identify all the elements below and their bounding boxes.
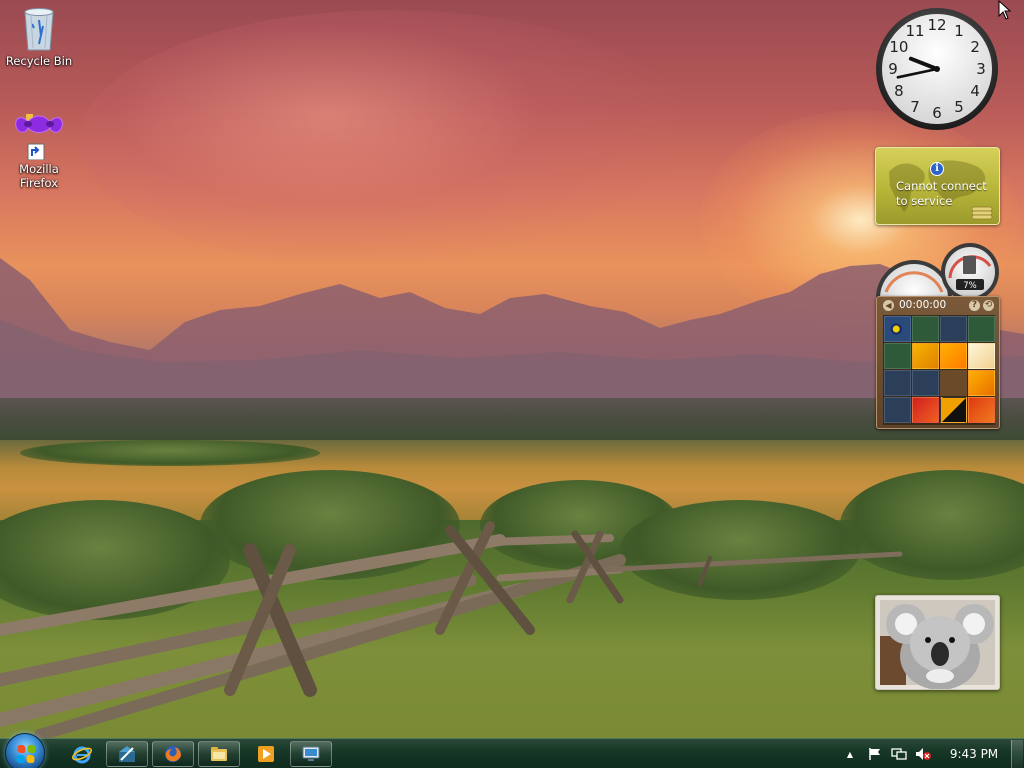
wallpaper-clouds: [80, 10, 700, 270]
puzzle-tile[interactable]: [968, 316, 995, 342]
clock-numeral: 5: [954, 98, 964, 116]
taskbar-app[interactable]: [106, 741, 148, 767]
desktop-icon-mozilla-firefox[interactable]: Mozilla Firefox: [1, 114, 77, 190]
help-button[interactable]: ?: [969, 300, 980, 311]
clock-numeral: 8: [894, 82, 904, 100]
taskbar-clock[interactable]: 9:43 PM: [940, 739, 1008, 768]
internet-explorer-icon: [72, 746, 92, 764]
puzzle-tile[interactable]: [884, 343, 911, 369]
puzzle-toolbar: ◀ 00:00:00 ? ⟲: [879, 298, 997, 313]
windows-logo-icon: [16, 745, 36, 763]
desktop-icon-recycle-bin[interactable]: Recycle Bin: [1, 6, 77, 68]
clock-numeral: 1: [954, 22, 964, 40]
memory-percent: 7%: [963, 281, 977, 291]
database-icon: [971, 206, 993, 220]
clock-numeral: 3: [976, 60, 986, 78]
weather-gadget[interactable]: i Cannot connect to service: [875, 147, 1000, 225]
wallpaper-fence: [0, 521, 903, 738]
puzzle-tile[interactable]: [968, 397, 995, 423]
koala-photo: [876, 596, 999, 689]
puzzle-grid: [883, 315, 995, 425]
puzzle-tile[interactable]: [968, 370, 995, 396]
app-icon: [119, 746, 135, 762]
wallpaper-treeline: [0, 398, 1024, 444]
media-player-icon: [258, 746, 274, 762]
puzzle-tile[interactable]: [884, 316, 911, 342]
puzzle-tile[interactable]: [912, 370, 939, 396]
picture-puzzle-gadget[interactable]: ◀ 00:00:00 ? ⟲: [876, 296, 1000, 429]
wallpaper-bush: [20, 440, 320, 466]
weather-message: Cannot connect to service: [896, 179, 987, 208]
info-icon: i: [930, 162, 944, 176]
mouse-cursor-icon: [998, 0, 1012, 20]
puzzle-tile: [940, 370, 967, 396]
clock-numeral: 4: [970, 82, 980, 100]
flag-icon: [869, 748, 880, 760]
slideshow-gadget[interactable]: [875, 595, 1000, 690]
clock-numeral: 2: [970, 38, 980, 56]
puzzle-tile[interactable]: [884, 397, 911, 423]
taskbar: ▲ 9:43 PM: [0, 733, 1024, 768]
desktop-icon-label: Recycle Bin: [5, 54, 73, 68]
puzzle-tile[interactable]: [968, 343, 995, 369]
puzzle-timer: 00:00:00: [899, 299, 947, 311]
cpu-meter-gadget[interactable]: 7%: [876, 242, 1000, 302]
show-desktop-button[interactable]: [1011, 740, 1023, 768]
puzzle-tile[interactable]: [912, 397, 939, 423]
taskbar-windows-explorer[interactable]: [198, 741, 240, 767]
memory-chip-icon: [963, 256, 976, 274]
show-hidden-icons-button[interactable]: ▲: [843, 739, 857, 768]
desktop-wallpaper: [0, 0, 1024, 738]
tray-network[interactable]: [890, 739, 908, 768]
clock-gadget[interactable]: 12 12 3 45678 9 1011: [874, 6, 1000, 132]
clock-numeral: 6: [932, 104, 942, 122]
taskbar-firefox[interactable]: [152, 741, 194, 767]
clock-numeral: 7: [910, 98, 920, 116]
solve-button[interactable]: ⟲: [983, 300, 994, 311]
volume-muted-icon: [916, 748, 931, 760]
puzzle-tile[interactable]: [940, 343, 967, 369]
puzzle-tile[interactable]: [912, 343, 939, 369]
puzzle-tile[interactable]: [940, 397, 967, 423]
taskbar-remote-desktop[interactable]: [290, 741, 332, 767]
taskbar-internet-explorer[interactable]: [66, 741, 98, 767]
recycle-bin-icon: [24, 8, 54, 51]
tray-action-center[interactable]: [866, 739, 884, 768]
start-button[interactable]: [5, 733, 45, 768]
clock-numeral: 12: [927, 16, 946, 34]
clock-numeral: 9: [888, 60, 898, 78]
puzzle-tile[interactable]: [912, 316, 939, 342]
remote-desktop-icon: [302, 746, 320, 761]
clock-numeral: 11: [905, 22, 924, 40]
puzzle-tile[interactable]: [884, 370, 911, 396]
firefox-icon: [165, 746, 181, 762]
puzzle-tile[interactable]: [940, 316, 967, 342]
previous-picture-button[interactable]: ◀: [883, 300, 894, 311]
desktop-icon-label: Mozilla Firefox: [19, 162, 59, 190]
clock-numeral: 10: [889, 38, 908, 56]
firefox-shortcut-icon: [15, 114, 63, 160]
taskbar-media-player[interactable]: [250, 741, 282, 767]
windows-explorer-icon: [211, 747, 227, 761]
network-icon: [891, 748, 907, 760]
tray-volume[interactable]: [914, 739, 932, 768]
